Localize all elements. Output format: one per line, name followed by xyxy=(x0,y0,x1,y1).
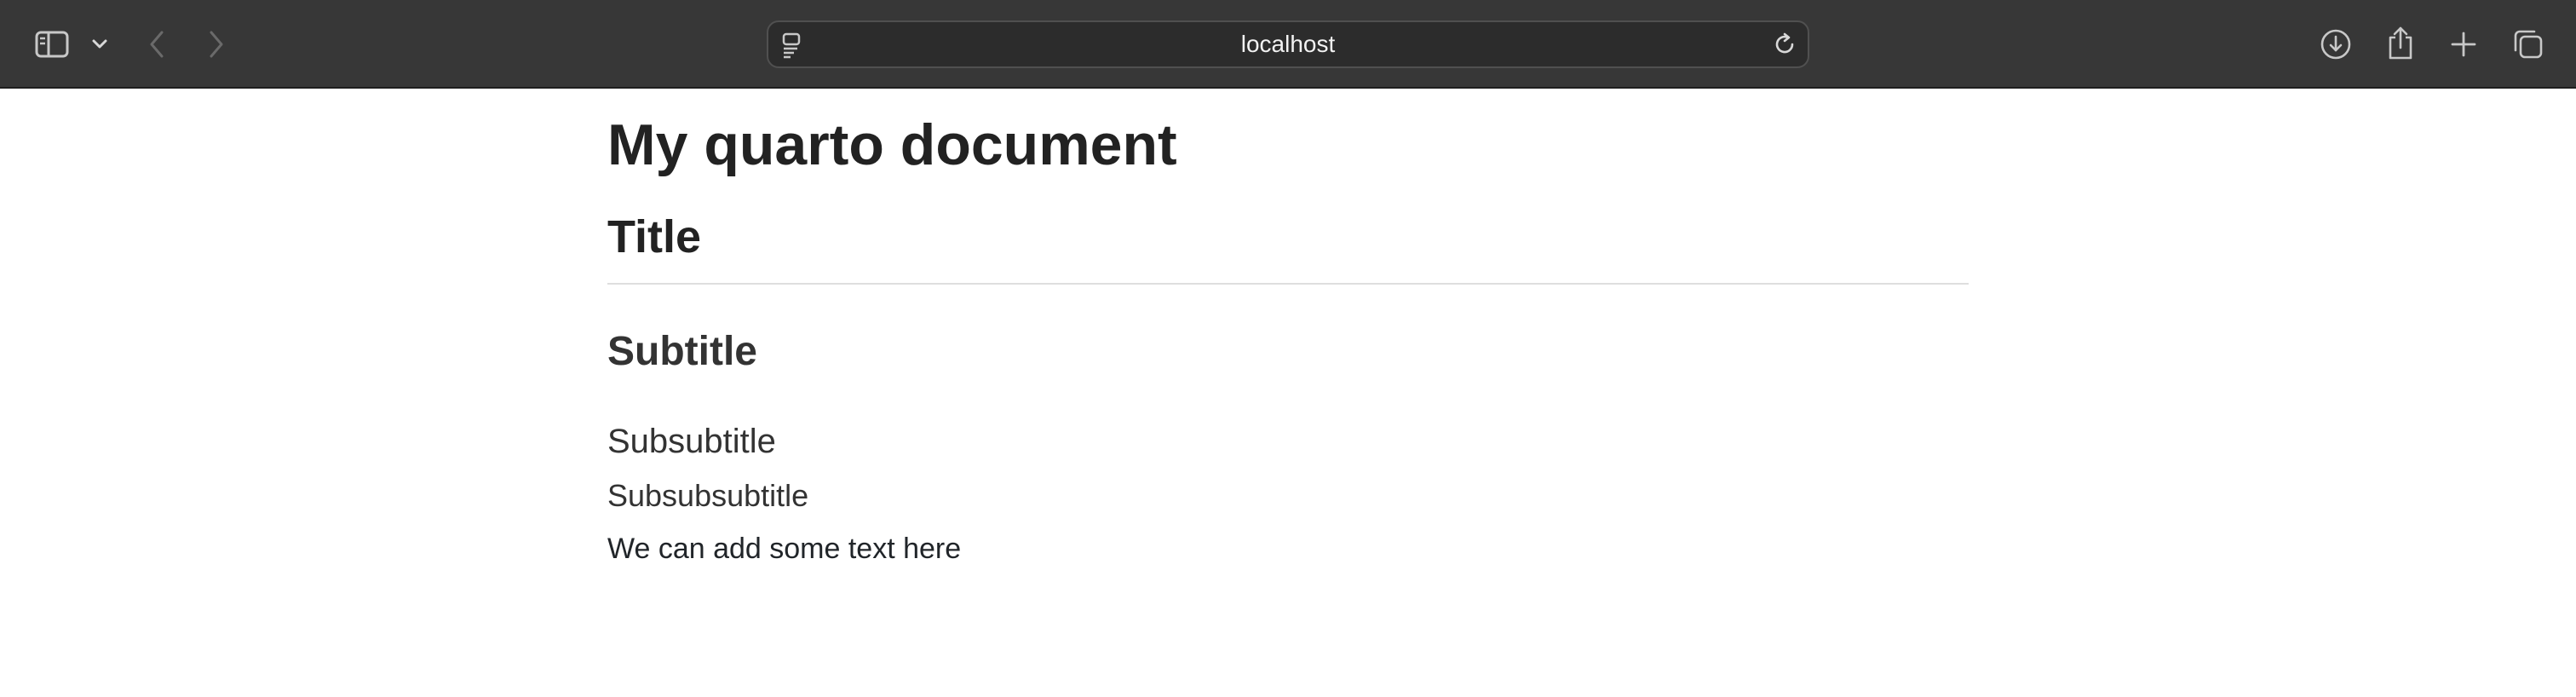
heading-title: Title xyxy=(607,211,702,262)
tabs-overview-icon xyxy=(2514,30,2543,59)
tab-overview-button[interactable] xyxy=(2510,26,2547,63)
reload-icon[interactable] xyxy=(1772,32,1797,61)
address-bar[interactable]: localhost xyxy=(767,20,1809,68)
forward-button[interactable] xyxy=(204,26,228,63)
heading-subsubtitle: Subsubtitle xyxy=(607,423,776,460)
chevron-down-icon xyxy=(92,39,107,49)
forward-arrow-icon xyxy=(210,31,223,58)
sidebar-icon xyxy=(35,31,69,58)
document-title: My quarto document xyxy=(607,112,1177,177)
new-tab-button[interactable] xyxy=(2445,26,2482,63)
downloads-button[interactable] xyxy=(2317,26,2355,63)
share-button[interactable] xyxy=(2382,24,2419,63)
download-icon xyxy=(2320,29,2351,60)
heading-divider xyxy=(607,283,1969,285)
heading-subtitle: Subtitle xyxy=(607,329,757,374)
share-icon xyxy=(2389,26,2412,60)
back-arrow-icon xyxy=(150,31,164,58)
url-text[interactable]: localhost xyxy=(768,22,1808,66)
sidebar-menu-button[interactable] xyxy=(89,32,111,56)
back-button[interactable] xyxy=(145,26,169,63)
body-paragraph: We can add some text here xyxy=(607,533,962,565)
sidebar-toggle-button[interactable] xyxy=(32,27,72,61)
plus-icon xyxy=(2451,32,2476,57)
browser-toolbar: localhost xyxy=(0,0,2576,89)
heading-subsubsubtitle: Subsubsubtitle xyxy=(607,478,809,513)
